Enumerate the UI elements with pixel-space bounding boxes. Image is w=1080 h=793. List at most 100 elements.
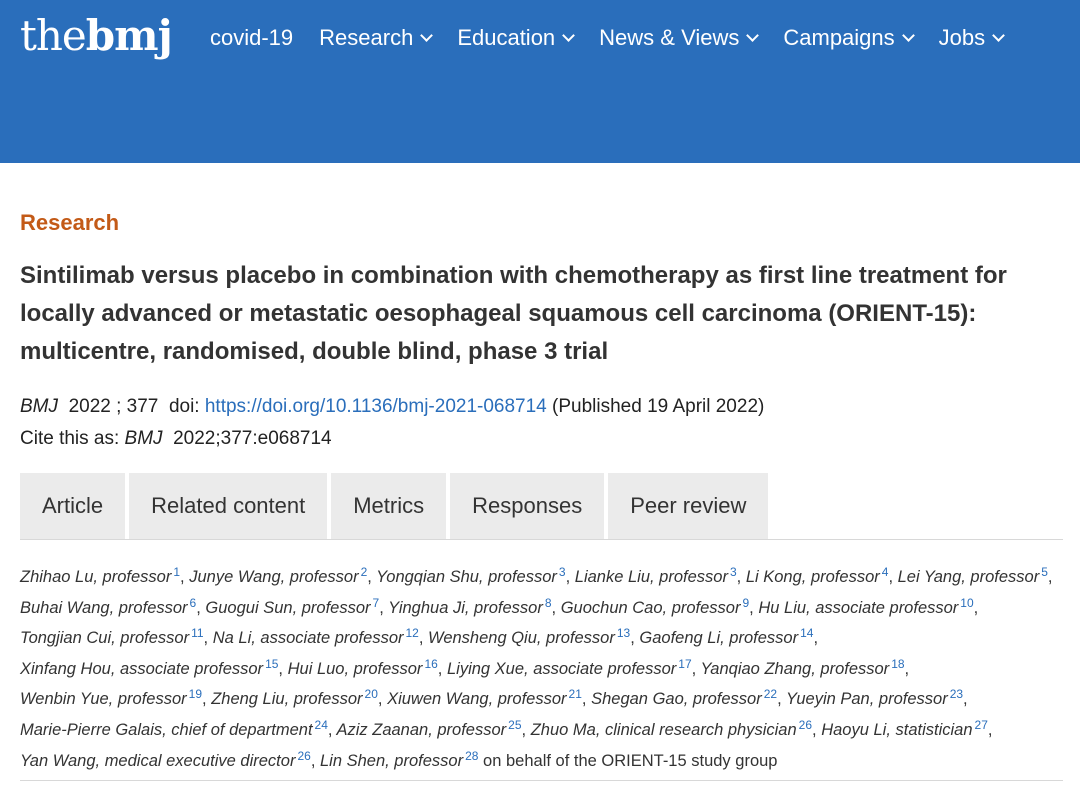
author-entry: Guogui Sun, professor 7,	[205, 595, 384, 617]
nav-campaigns[interactable]: Campaigns	[783, 20, 915, 56]
author-name[interactable]: Shegan Gao, professor	[591, 690, 762, 708]
article-tabs: Article Related content Metrics Response…	[20, 473, 1063, 540]
author-name[interactable]: Guogui Sun, professor	[205, 599, 370, 617]
author-entry: Zheng Liu, professor 20,	[211, 687, 383, 709]
nav-covid-19[interactable]: covid-19	[210, 20, 293, 56]
author-entry: Lianke Liu, professor 3,	[574, 565, 742, 586]
affiliation-link[interactable]: 27	[975, 718, 988, 732]
author-name[interactable]: Yueyin Pan, professor	[786, 690, 948, 708]
author-entry: Yongqian Shu, professor 3,	[376, 565, 571, 586]
affiliation-link[interactable]: 8	[545, 596, 552, 610]
citation-line: BMJ 2022 ; 377 doi: https://doi.org/10.1…	[20, 391, 1063, 423]
author-name[interactable]: Marie-Pierre Galais, chief of department	[20, 721, 313, 739]
author-name[interactable]: Xinfang Hou, associate professor	[20, 660, 263, 678]
author-name[interactable]: Lin Shen, professor	[320, 752, 463, 770]
author-name[interactable]: Wensheng Qiu, professor	[428, 629, 615, 647]
chevron-down-icon	[992, 28, 1006, 42]
main-nav: covid-19 Research Education News & Views…	[210, 20, 1006, 56]
author-name[interactable]: Hui Luo, professor	[288, 660, 423, 678]
author-name[interactable]: Haoyu Li, statistician	[821, 721, 972, 739]
author-name[interactable]: Liying Xue, associate professor	[447, 660, 676, 678]
author-name[interactable]: Yinghua Ji, professor	[388, 599, 543, 617]
affiliation-link[interactable]: 5	[1041, 565, 1048, 579]
author-name[interactable]: Hu Liu, associate professor	[758, 599, 958, 617]
nav-jobs[interactable]: Jobs	[939, 20, 1006, 56]
author-name[interactable]: Na Li, associate professor	[213, 629, 404, 647]
author-name[interactable]: Guochun Cao, professor	[561, 599, 741, 617]
author-name[interactable]: Yongqian Shu, professor	[376, 568, 557, 586]
nav-education[interactable]: Education	[457, 20, 576, 56]
author-name[interactable]: Junye Wang, professor	[189, 568, 358, 586]
chevron-down-icon	[901, 28, 915, 42]
affiliation-link[interactable]: 13	[617, 626, 630, 640]
author-name[interactable]: Yanqiao Zhang, professor	[701, 660, 890, 678]
author-name[interactable]: Zhihao Lu, professor	[20, 568, 171, 586]
cite-line: Cite this as: BMJ 2022;377:e068714	[20, 423, 1063, 455]
divider	[20, 780, 1063, 781]
author-name[interactable]: Lei Yang, professor	[898, 568, 1040, 586]
citation-meta: BMJ 2022 ; 377 doi: https://doi.org/10.1…	[20, 391, 1063, 455]
author-entry: Gaofeng Li, professor 14,	[639, 626, 819, 648]
affiliation-link[interactable]: 19	[189, 687, 202, 701]
author-name[interactable]: Zheng Liu, professor	[211, 690, 362, 708]
author-name[interactable]: Gaofeng Li, professor	[639, 629, 798, 647]
year-volume: 2022 ; 377	[68, 396, 159, 417]
author-entry: Junye Wang, professor 2,	[189, 565, 372, 586]
journal-name: BMJ	[20, 396, 58, 417]
affiliation-link[interactable]: 18	[891, 657, 904, 671]
bmj-logo[interactable]: thebmj	[20, 10, 173, 62]
author-entry: Xinfang Hou, associate professor 15,	[20, 656, 284, 678]
affiliation-link[interactable]: 10	[960, 596, 973, 610]
author-name[interactable]: Tongjian Cui, professor	[20, 629, 189, 647]
affiliation-link[interactable]: 15	[265, 657, 278, 671]
tab-article[interactable]: Article	[20, 473, 126, 539]
affiliation-link[interactable]: 3	[559, 565, 566, 579]
tab-metrics[interactable]: Metrics	[331, 473, 447, 539]
affiliation-link[interactable]: 22	[764, 687, 777, 701]
author-entry: Yan Wang, medical executive director 26,	[20, 748, 316, 770]
author-name[interactable]: Xiuwen Wang, professor	[387, 690, 566, 708]
tab-responses[interactable]: Responses	[450, 473, 605, 539]
affiliation-link[interactable]: 14	[800, 626, 813, 640]
affiliation-link[interactable]: 20	[365, 687, 378, 701]
affiliation-link[interactable]: 26	[297, 749, 310, 763]
cite-journal: BMJ	[124, 428, 163, 449]
author-entry: Yinghua Ji, professor 8,	[388, 595, 557, 617]
affiliation-link[interactable]: 3	[730, 565, 737, 579]
affiliation-link[interactable]: 23	[950, 687, 963, 701]
affiliation-link[interactable]: 21	[569, 687, 582, 701]
author-entry: Zhuo Ma, clinical research physician 26,	[530, 717, 817, 739]
author-name[interactable]: Aziz Zaanan, professor	[336, 721, 506, 739]
tab-peer-review[interactable]: Peer review	[608, 473, 769, 539]
author-name[interactable]: Buhai Wang, professor	[20, 599, 188, 617]
author-list: Zhihao Lu, professor 1, Junye Wang, profe…	[20, 562, 1063, 776]
author-name[interactable]: Li Kong, professor	[746, 568, 880, 586]
author-name[interactable]: Yan Wang, medical executive director	[20, 752, 295, 770]
affiliation-link[interactable]: 24	[315, 718, 328, 732]
affiliation-link[interactable]: 17	[678, 657, 691, 671]
affiliation-link[interactable]: 16	[424, 657, 437, 671]
author-entry: Liying Xue, associate professor 17,	[446, 656, 697, 678]
author-entry: Xiuwen Wang, professor 21,	[387, 687, 587, 709]
nav-news-views[interactable]: News & Views	[599, 20, 760, 56]
affiliation-link[interactable]: 26	[799, 718, 812, 732]
author-entry: Yueyin Pan, professor 23,	[785, 687, 968, 709]
affiliation-link[interactable]: 11	[191, 626, 203, 640]
affiliation-link[interactable]: 25	[508, 718, 521, 732]
author-entry: Guochun Cao, professor 9,	[560, 595, 754, 617]
section-label[interactable]: Research	[20, 207, 1063, 239]
author-name[interactable]: Zhuo Ma, clinical research physician	[531, 721, 797, 739]
affiliation-link[interactable]: 12	[406, 626, 419, 640]
article: Research Sintilimab versus placebo in co…	[20, 163, 1063, 776]
affiliation-link[interactable]: 28	[465, 749, 478, 763]
author-entry: Hui Luo, professor 16,	[287, 656, 443, 678]
tab-related-content[interactable]: Related content	[129, 473, 328, 539]
author-entry: Yanqiao Zhang, professor 18,	[700, 656, 910, 678]
nav-research[interactable]: Research	[319, 20, 434, 56]
author-name[interactable]: Lianke Liu, professor	[575, 568, 728, 586]
author-entry: Zhihao Lu, professor 1,	[20, 565, 185, 586]
author-name[interactable]: Wenbin Yue, professor	[20, 690, 187, 708]
author-entry: Wenbin Yue, professor 19,	[20, 687, 207, 709]
author-entry: Lin Shen, professor 28	[320, 749, 478, 770]
doi-link[interactable]: https://doi.org/10.1136/bmj-2021-068714	[205, 396, 547, 417]
